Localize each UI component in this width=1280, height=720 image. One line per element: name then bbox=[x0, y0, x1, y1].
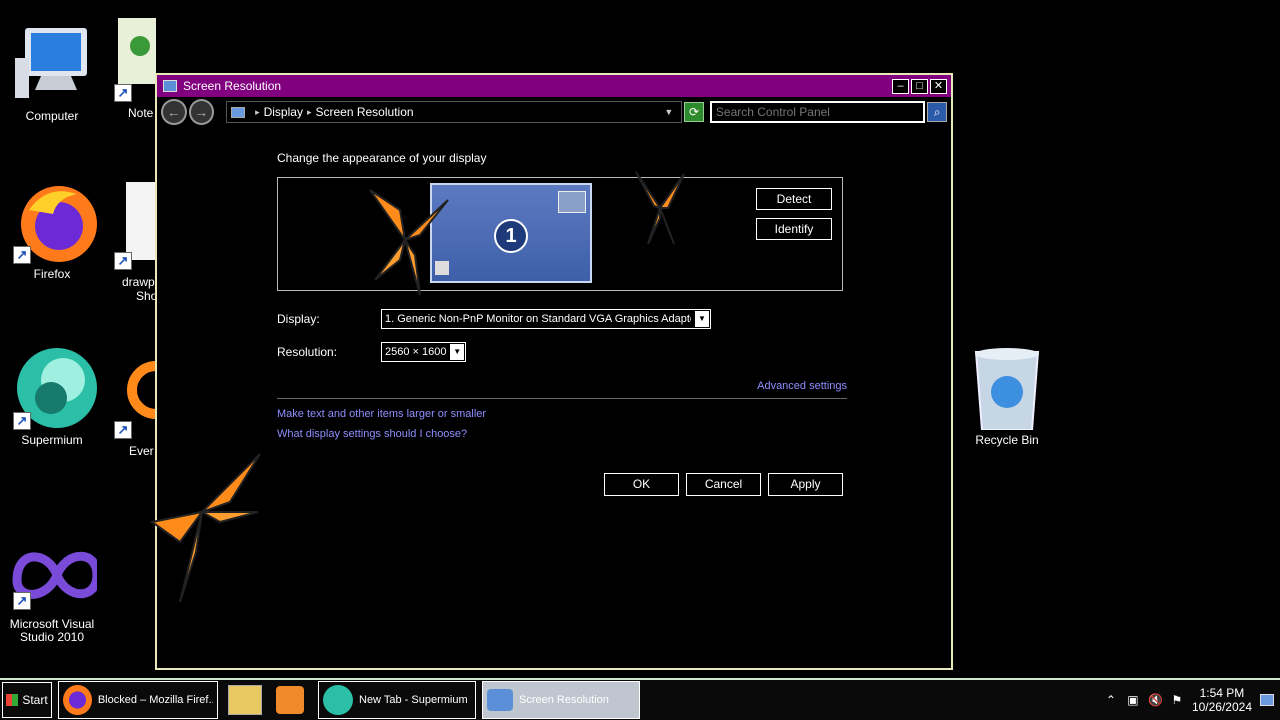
desktop-icon-label: Supermium bbox=[21, 433, 83, 447]
search-icon[interactable]: ⌕ bbox=[927, 102, 947, 122]
close-button[interactable]: ✕ bbox=[930, 78, 947, 94]
page-heading: Change the appearance of your display bbox=[277, 151, 487, 165]
identify-button[interactable]: Identify bbox=[756, 218, 832, 240]
taskbar-item-label: New Tab - Supermium bbox=[359, 694, 468, 706]
chevron-down-icon: ▼ bbox=[450, 344, 464, 360]
shortcut-arrow-icon: ↗ bbox=[13, 592, 31, 610]
butterfly-icon bbox=[150, 453, 261, 603]
desktop-icon-label-partial: drawp bbox=[122, 275, 155, 289]
chevron-down-icon: ▼ bbox=[695, 311, 709, 327]
display-help-link[interactable]: What display settings should I choose? bbox=[277, 428, 847, 440]
desktop-icon-recycle-bin[interactable]: Recycle Bin bbox=[955, 346, 1059, 447]
recycle-bin-icon bbox=[962, 346, 1052, 431]
desktop-icon-supermium[interactable]: ↗ Supermium bbox=[0, 346, 104, 447]
cancel-button[interactable]: Cancel bbox=[686, 473, 761, 496]
search-input[interactable] bbox=[709, 101, 926, 123]
start-label: Start bbox=[22, 693, 48, 707]
detect-button[interactable]: Detect bbox=[756, 188, 832, 210]
desktop-icon-label: Microsoft Visual Studio 2010 bbox=[9, 617, 95, 644]
desktop-icon-visual-studio[interactable]: ↗ Microsoft Visual Studio 2010 bbox=[0, 540, 104, 644]
supermium-icon bbox=[323, 685, 353, 715]
system-tray: ⌃ ▣ 🔇 ⚑ 1:54 PM 10/26/2024 bbox=[1104, 686, 1280, 714]
network-icon[interactable]: ▣ bbox=[1126, 693, 1140, 707]
maximize-button[interactable]: □ bbox=[911, 78, 928, 94]
desktop-icon-drawpile[interactable] bbox=[126, 182, 156, 260]
apply-button[interactable]: Apply bbox=[768, 473, 843, 496]
address-bar: ← → ▸ Display ▸ Screen Resolution ▼ ⟳ ⌕ bbox=[157, 97, 951, 127]
windows-logo-icon bbox=[6, 694, 19, 706]
clock[interactable]: 1:54 PM 10/26/2024 bbox=[1192, 686, 1252, 714]
breadcrumb-arrow-icon: ▸ bbox=[255, 106, 260, 117]
display-select-value: 1. Generic Non-PnP Monitor on Standard V… bbox=[385, 313, 691, 325]
taskbar: Start Blocked – Mozilla Firef... New Tab… bbox=[0, 678, 1280, 720]
ok-button[interactable]: OK bbox=[604, 473, 679, 496]
clock-time: 1:54 PM bbox=[1199, 686, 1245, 700]
taskbar-item-firefox[interactable]: Blocked – Mozilla Firef... bbox=[58, 681, 218, 719]
advanced-settings-link[interactable]: Advanced settings bbox=[277, 380, 847, 399]
show-hidden-icons-icon[interactable]: ⌃ bbox=[1104, 693, 1118, 707]
firefox-icon bbox=[63, 685, 92, 715]
screen-resolution-window[interactable]: Screen Resolution – □ ✕ ← → ▸ Display ▸ … bbox=[155, 73, 953, 670]
display-settings-icon bbox=[163, 80, 177, 92]
taskbar-item-supermium[interactable]: New Tab - Supermium bbox=[318, 681, 476, 719]
desktop-icon-label: Firefox bbox=[33, 267, 71, 281]
breadcrumb[interactable]: ▸ Display ▸ Screen Resolution ▼ bbox=[226, 101, 683, 123]
firefox-icon: ↗ bbox=[7, 180, 97, 264]
taskbar-item-screen-resolution[interactable]: Screen Resolution bbox=[482, 681, 640, 719]
show-desktop-button[interactable] bbox=[1260, 694, 1274, 706]
refresh-button[interactable]: ⟳ bbox=[684, 102, 704, 122]
window-title: Screen Resolution bbox=[183, 79, 282, 93]
shortcut-arrow-icon: ↗ bbox=[114, 252, 132, 270]
resolution-select-value: 2560 × 1600 bbox=[385, 346, 447, 358]
breadcrumb-item-display[interactable]: Display bbox=[264, 105, 303, 119]
window-titlebar[interactable]: Screen Resolution – □ ✕ bbox=[157, 75, 951, 97]
display-settings-icon bbox=[487, 689, 513, 711]
supermium-icon: ↗ bbox=[7, 346, 97, 430]
desktop-icon-label-partial: Note bbox=[128, 106, 154, 120]
forward-button[interactable]: → bbox=[188, 99, 215, 125]
desktop-icon-label: Computer bbox=[25, 109, 79, 123]
control-panel-icon bbox=[231, 106, 246, 118]
desktop-icon-label: Recycle Bin bbox=[975, 433, 1039, 447]
resolution-label: Resolution: bbox=[277, 345, 338, 359]
breadcrumb-item-screen-resolution[interactable]: Screen Resolution bbox=[315, 105, 413, 119]
back-button[interactable]: ← bbox=[161, 99, 187, 125]
monitor-number: 1 bbox=[494, 219, 528, 253]
resolution-select[interactable]: 2560 × 1600 ▼ bbox=[381, 342, 466, 362]
shortcut-arrow-icon: ↗ bbox=[114, 421, 132, 439]
taskbar-pin-media-player[interactable] bbox=[276, 686, 304, 714]
volume-muted-icon[interactable]: 🔇 bbox=[1148, 693, 1163, 707]
computer-icon bbox=[7, 22, 97, 106]
display-label: Display: bbox=[277, 312, 320, 326]
display-select[interactable]: 1. Generic Non-PnP Monitor on Standard V… bbox=[381, 309, 711, 329]
advanced-settings-link-text[interactable]: Advanced settings bbox=[757, 380, 847, 392]
minimize-button[interactable]: – bbox=[892, 78, 909, 94]
shortcut-arrow-icon: ↗ bbox=[13, 246, 31, 264]
start-button[interactable]: Start bbox=[2, 682, 52, 718]
dialog-buttons: OK Cancel Apply bbox=[604, 473, 843, 496]
history-dropdown-icon[interactable]: ▼ bbox=[664, 107, 673, 117]
shortcut-arrow-icon: ↗ bbox=[13, 412, 31, 430]
butterfly-icon bbox=[369, 189, 449, 296]
taskbar-item-label: Blocked – Mozilla Firef... bbox=[97, 694, 213, 706]
mini-window-icon bbox=[558, 191, 586, 213]
breadcrumb-arrow-icon: ▸ bbox=[306, 106, 312, 117]
desktop-icon-computer[interactable]: Computer bbox=[0, 22, 104, 123]
taskbar-item-label: Screen Resolution bbox=[519, 694, 609, 706]
taskbar-pin-explorer[interactable] bbox=[228, 685, 262, 715]
action-center-flag-icon[interactable]: ⚑ bbox=[1170, 693, 1184, 707]
text-size-link[interactable]: Make text and other items larger or smal… bbox=[277, 408, 847, 420]
clock-date: 10/26/2024 bbox=[1191, 700, 1252, 714]
monitor-1-tile[interactable]: 1 bbox=[430, 183, 592, 283]
desktop-icon-firefox[interactable]: ↗ Firefox bbox=[0, 180, 104, 281]
visual-studio-icon: ↗ bbox=[7, 540, 102, 610]
shortcut-arrow-icon: ↗ bbox=[114, 84, 132, 102]
butterfly-icon bbox=[635, 171, 685, 245]
